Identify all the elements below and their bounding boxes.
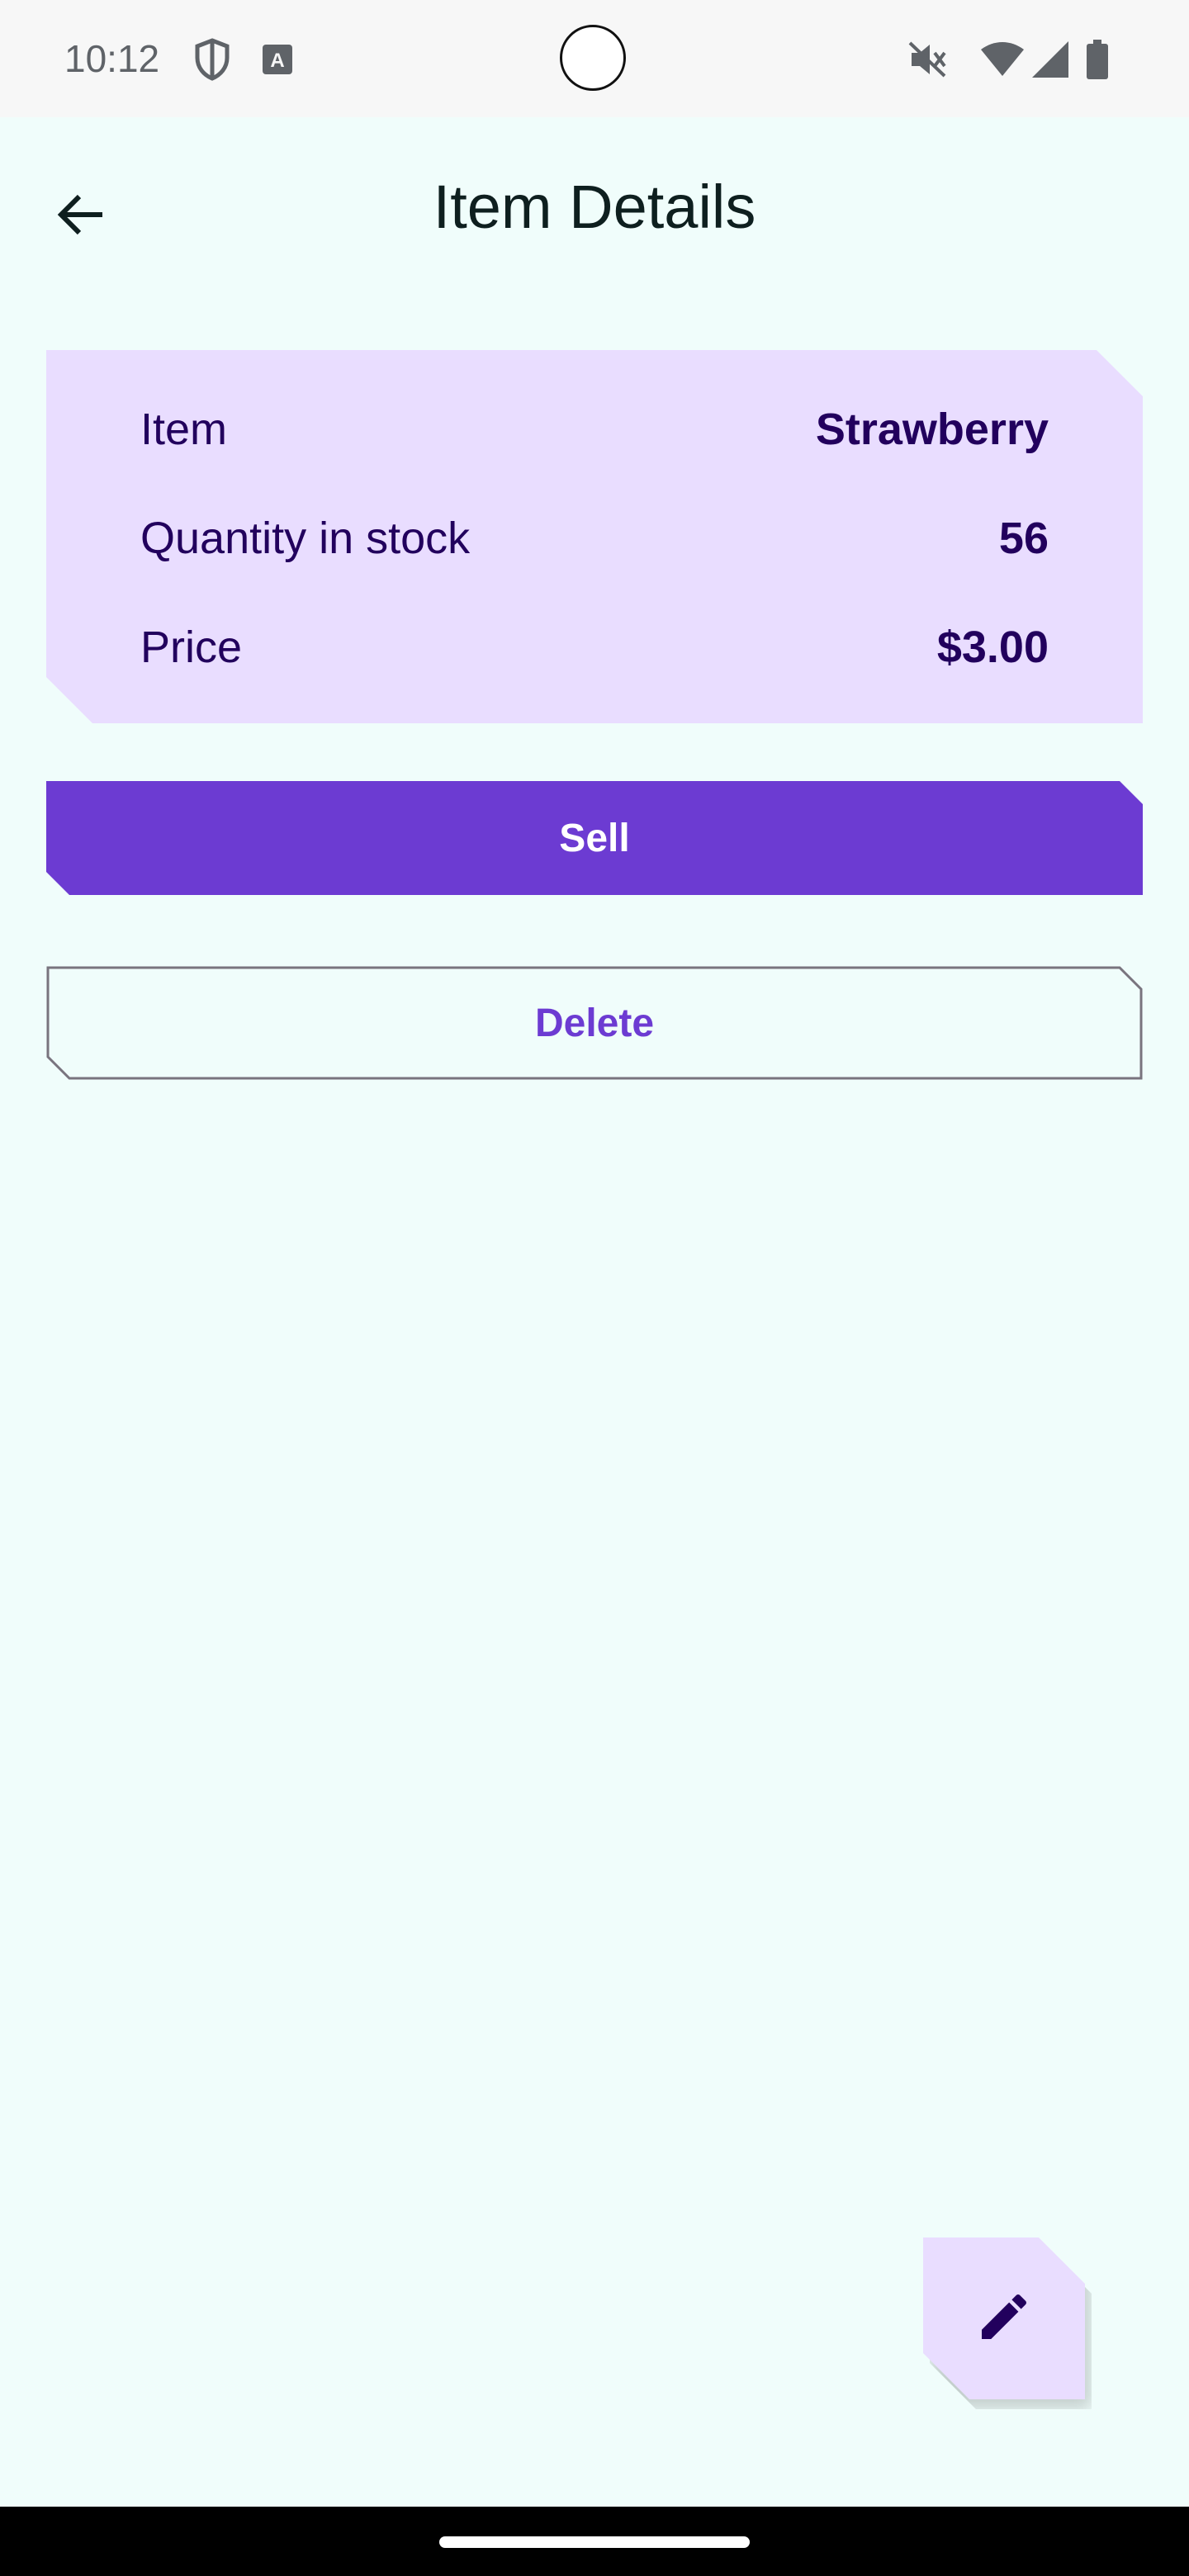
battery-icon [1087,40,1108,83]
price-label: Price [140,623,243,672]
svg-text:A: A [270,50,284,72]
home-gesture-handle[interactable] [439,2536,750,2548]
edit-pencil-icon [974,2287,1034,2351]
mute-icon [908,41,948,82]
item-value: Strawberry [815,405,1049,454]
item-details-card: Item Strawberry Quantity in stock 56 Pri… [46,350,1143,723]
item-label: Item [140,405,228,454]
quantity-row: Quantity in stock 56 [140,505,1049,571]
item-row: Item Strawberry [140,396,1049,462]
font-a-icon: A [263,45,292,78]
wifi-icon [979,41,1026,82]
price-value: $3.00 [936,623,1049,672]
camera-cutout [560,25,626,91]
shield-icon [193,38,231,85]
status-bar: 10:12 A [0,0,1189,117]
sell-button[interactable]: Sell [46,781,1143,895]
delete-button[interactable]: Delete [46,966,1143,1080]
quantity-value: 56 [998,514,1049,563]
quantity-label: Quantity in stock [140,514,471,563]
edit-fab[interactable] [923,2237,1085,2399]
signal-icon [1032,41,1070,82]
system-nav-bar [0,2507,1189,2576]
top-app-bar: Item Details [0,117,1189,307]
page-title: Item Details [433,173,756,241]
status-time: 10:12 [64,37,160,80]
price-row: Price $3.00 [140,614,1049,680]
